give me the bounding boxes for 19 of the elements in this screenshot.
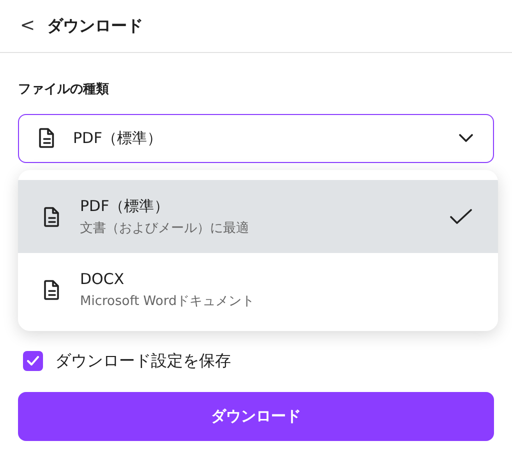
page-title: ダウンロード — [47, 15, 144, 37]
save-settings-label: ダウンロード設定を保存 — [55, 350, 231, 372]
document-icon — [44, 280, 60, 300]
chevron-down-icon — [459, 134, 473, 142]
file-type-option[interactable]: PDF（標準） 文書（およびメール）に最適 — [18, 180, 498, 253]
back-button[interactable]: < — [20, 17, 36, 35]
download-button[interactable]: ダウンロード — [18, 392, 494, 440]
checkbox[interactable] — [23, 350, 43, 370]
option-description: Microsoft Wordドキュメント — [80, 293, 256, 311]
check-icon — [27, 356, 39, 366]
checkmark-icon — [450, 208, 472, 224]
file-type-label: ファイルの種類 — [18, 81, 110, 99]
option-name: PDF（標準） — [80, 196, 170, 216]
file-type-select[interactable]: PDF（標準） — [18, 114, 494, 162]
file-type-option[interactable]: DOCX Microsoft Wordドキュメント — [18, 253, 498, 326]
document-icon — [39, 128, 55, 148]
document-icon — [44, 206, 60, 226]
option-description: 文書（およびメール）に最適 — [80, 220, 250, 238]
option-name: DOCX — [80, 268, 126, 290]
